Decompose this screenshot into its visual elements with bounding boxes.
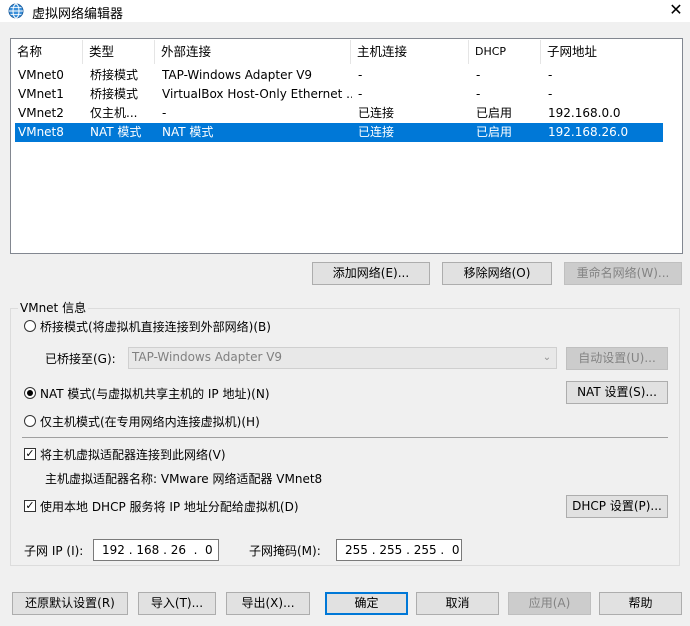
cell-type: 仅主机... bbox=[90, 106, 138, 120]
column-header-host[interactable]: 主机连接 bbox=[351, 40, 469, 64]
connect-adapter-checkbox[interactable]: ✓ bbox=[24, 448, 36, 460]
table-row[interactable]: VMnet1 桥接模式 VirtualBox Host-Only Etherne… bbox=[15, 85, 663, 104]
subnet-ip-label: 子网 IP (I): bbox=[24, 544, 84, 558]
cell-host: - bbox=[358, 87, 363, 101]
close-icon[interactable]: ✕ bbox=[666, 0, 686, 20]
table-row-selected[interactable]: VMnet8 NAT 模式 NAT 模式 已连接 已启用 192.168.26.… bbox=[15, 123, 663, 142]
nat-mode-label[interactable]: NAT 模式(与虚拟机共享主机的 IP 地址)(N) bbox=[40, 385, 270, 402]
column-header-external[interactable]: 外部连接 bbox=[155, 40, 351, 64]
bridged-to-label: 已桥接至(G): bbox=[45, 352, 116, 366]
cell-external: - bbox=[162, 106, 167, 120]
dhcp-settings-button[interactable]: DHCP 设置(P)... bbox=[566, 495, 668, 518]
cell-type: NAT 模式 bbox=[90, 125, 142, 139]
bridged-mode-radio[interactable] bbox=[24, 320, 36, 332]
subnet-ip-input[interactable]: 192 . 168 . 26 . 0 bbox=[93, 539, 219, 561]
remove-network-button[interactable]: 移除网络(O) bbox=[442, 262, 552, 285]
divider bbox=[22, 437, 668, 438]
column-header-subnet[interactable]: 子网地址 bbox=[541, 40, 661, 64]
cell-host: 已连接 bbox=[358, 125, 395, 139]
ok-button[interactable]: 确定 bbox=[325, 592, 408, 615]
window-title: 虚拟网络编辑器 bbox=[32, 7, 124, 22]
column-header-name[interactable]: 名称 bbox=[11, 40, 83, 64]
cell-dhcp: 已启用 bbox=[476, 125, 513, 139]
cell-external: VirtualBox Host-Only Ethernet ... bbox=[162, 87, 352, 101]
nat-mode-radio[interactable] bbox=[24, 387, 36, 399]
import-button[interactable]: 导入(T)... bbox=[138, 592, 216, 615]
chevron-down-icon[interactable]: ⌄ bbox=[540, 349, 554, 367]
cell-subnet: 192.168.0.0 bbox=[548, 106, 621, 120]
cell-dhcp: - bbox=[476, 68, 481, 82]
cell-name: VMnet1 bbox=[18, 87, 64, 101]
cell-dhcp: - bbox=[476, 87, 481, 101]
rename-network-button[interactable]: 重命名网络(W)... bbox=[564, 262, 682, 285]
host-only-mode-label[interactable]: 仅主机模式(在专用网络内连接虚拟机)(H) bbox=[40, 413, 260, 430]
apply-button[interactable]: 应用(A) bbox=[508, 592, 591, 615]
table-row[interactable]: VMnet2 仅主机... - 已连接 已启用 192.168.0.0 bbox=[15, 104, 663, 123]
subnet-mask-label: 子网掩码(M): bbox=[249, 544, 321, 558]
cell-name: VMnet2 bbox=[18, 106, 64, 120]
cell-external: TAP-Windows Adapter V9 bbox=[162, 68, 313, 82]
cell-name: VMnet8 bbox=[18, 125, 64, 139]
cell-subnet: 192.168.26.0 bbox=[548, 125, 629, 139]
restore-defaults-button[interactable]: 还原默认设置(R) bbox=[12, 592, 128, 615]
host-only-mode-radio[interactable] bbox=[24, 415, 36, 427]
dhcp-label[interactable]: 使用本地 DHCP 服务将 IP 地址分配给虚拟机(D) bbox=[40, 498, 299, 515]
cell-host: - bbox=[358, 68, 363, 82]
nat-settings-button[interactable]: NAT 设置(S)... bbox=[566, 381, 668, 404]
network-globe-icon bbox=[8, 3, 24, 19]
bridged-mode-label[interactable]: 桥接模式(将虚拟机直接连接到外部网络)(B) bbox=[40, 318, 271, 335]
adapter-name-label: 主机虚拟适配器名称: VMware 网络适配器 VMnet8 bbox=[45, 472, 323, 486]
cell-subnet: - bbox=[548, 87, 553, 101]
network-list[interactable]: 名称 类型 外部连接 主机连接 DHCP 子网地址 VMnet0 桥接模式 TA… bbox=[10, 38, 683, 254]
cell-host: 已连接 bbox=[358, 106, 395, 120]
cancel-button[interactable]: 取消 bbox=[416, 592, 499, 615]
cell-subnet: - bbox=[548, 68, 553, 82]
export-button[interactable]: 导出(X)... bbox=[226, 592, 310, 615]
connect-adapter-label[interactable]: 将主机虚拟适配器连接到此网络(V) bbox=[40, 446, 226, 463]
help-button[interactable]: 帮助 bbox=[599, 592, 682, 615]
cell-type: 桥接模式 bbox=[90, 87, 139, 101]
cell-external: NAT 模式 bbox=[162, 125, 214, 139]
add-network-button[interactable]: 添加网络(E)... bbox=[312, 262, 430, 285]
group-title: VMnet 信息 bbox=[18, 299, 89, 316]
cell-dhcp: 已启用 bbox=[476, 106, 513, 120]
auto-settings-button[interactable]: 自动设置(U)... bbox=[566, 347, 668, 370]
column-header-type[interactable]: 类型 bbox=[83, 40, 155, 64]
subnet-mask-input[interactable]: 255 . 255 . 255 . 0 bbox=[336, 539, 462, 561]
cell-type: 桥接模式 bbox=[90, 68, 139, 82]
column-header-dhcp[interactable]: DHCP bbox=[469, 40, 541, 64]
table-row[interactable]: VMnet0 桥接模式 TAP-Windows Adapter V9 - - - bbox=[15, 66, 663, 85]
cell-name: VMnet0 bbox=[18, 68, 64, 82]
dhcp-checkbox[interactable]: ✓ bbox=[24, 500, 36, 512]
bridged-to-value: TAP-Windows Adapter V9 bbox=[132, 350, 283, 364]
